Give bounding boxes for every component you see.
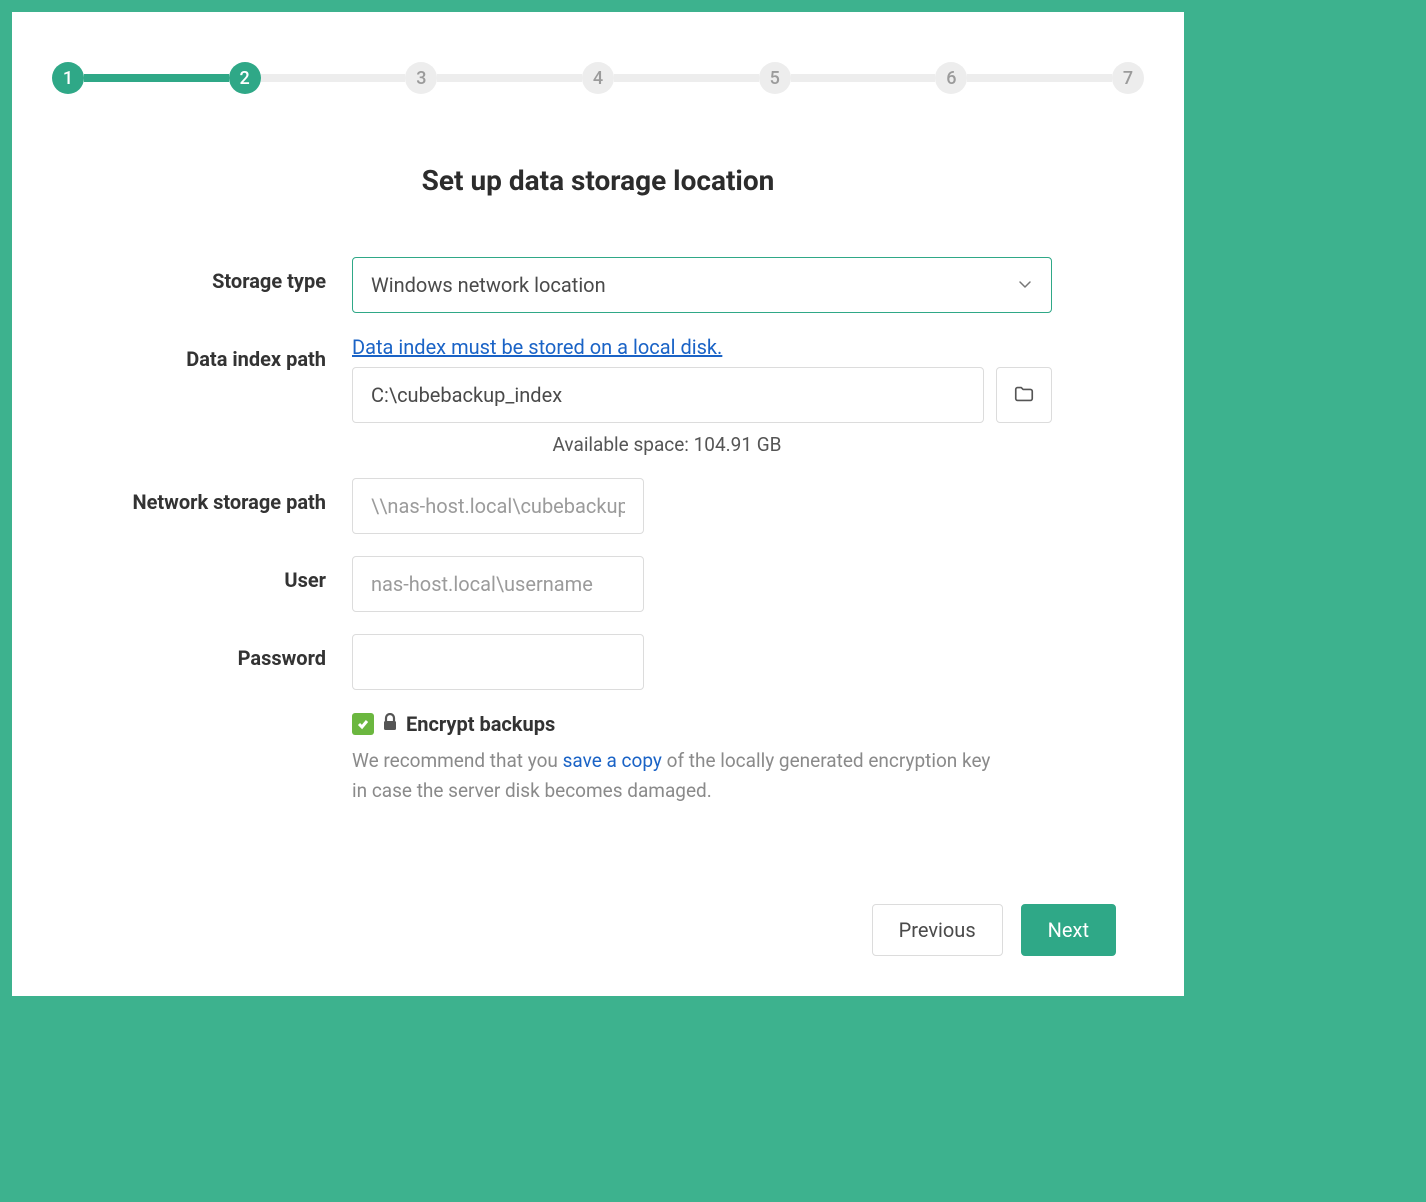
network-storage-path-label: Network storage path	[52, 478, 352, 514]
data-index-path-label: Data index path	[52, 335, 352, 371]
step-bar-1-2	[84, 74, 229, 82]
step-6[interactable]: 6	[935, 62, 967, 94]
step-bar-4-5	[614, 74, 759, 82]
password-input[interactable]	[352, 634, 644, 690]
encrypt-recommend-text: We recommend that you save a copy of the…	[352, 746, 992, 807]
user-input[interactable]	[352, 556, 644, 612]
storage-type-label: Storage type	[52, 257, 352, 293]
step-3[interactable]: 3	[405, 62, 437, 94]
network-storage-path-input[interactable]	[352, 478, 644, 534]
password-label: Password	[52, 634, 352, 670]
storage-type-select[interactable]: Windows network location	[352, 257, 1052, 313]
previous-button[interactable]: Previous	[872, 904, 1003, 956]
wizard-button-row: Previous Next	[872, 904, 1116, 956]
save-a-copy-link[interactable]: save a copy	[563, 749, 662, 772]
step-bar-5-6	[791, 74, 936, 82]
stepper: 1 2 3 4 5 6 7	[52, 62, 1144, 94]
data-index-hint-link[interactable]: Data index must be stored on a local dis…	[352, 335, 722, 359]
folder-icon	[1013, 383, 1035, 408]
encrypt-backups-label: Encrypt backups	[406, 712, 555, 736]
data-index-path-input[interactable]	[352, 367, 984, 423]
form-area: Storage type Windows network location Da…	[52, 257, 1144, 807]
step-7[interactable]: 7	[1112, 62, 1144, 94]
step-4[interactable]: 4	[582, 62, 614, 94]
step-5[interactable]: 5	[759, 62, 791, 94]
step-1[interactable]: 1	[52, 62, 84, 94]
encrypt-backups-checkbox[interactable]	[352, 713, 374, 735]
browse-folder-button[interactable]	[996, 367, 1052, 423]
lock-icon	[382, 713, 398, 735]
chevron-down-icon	[1017, 273, 1033, 297]
wizard-card: 1 2 3 4 5 6 7 Set up data storage locati…	[12, 12, 1184, 996]
available-space-text: Available space: 104.91 GB	[282, 433, 1052, 456]
page-title: Set up data storage location	[52, 164, 1144, 197]
next-button[interactable]: Next	[1021, 904, 1116, 956]
step-2[interactable]: 2	[229, 62, 261, 94]
storage-type-value: Windows network location	[371, 273, 606, 297]
user-label: User	[52, 556, 352, 592]
step-bar-3-4	[437, 74, 582, 82]
step-bar-6-7	[967, 74, 1112, 82]
step-bar-2-3	[261, 74, 406, 82]
